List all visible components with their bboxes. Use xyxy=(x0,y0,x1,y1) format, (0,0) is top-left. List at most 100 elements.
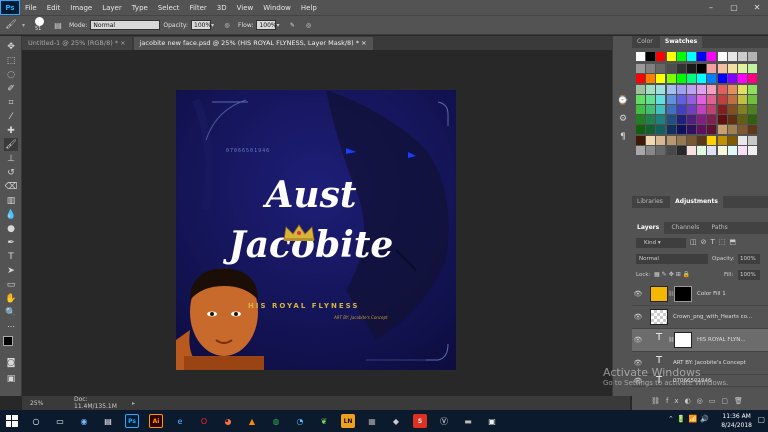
swatch[interactable] xyxy=(646,115,656,125)
swatch[interactable] xyxy=(738,105,747,114)
swatch[interactable] xyxy=(727,64,737,74)
menu-image[interactable]: Image xyxy=(65,4,97,12)
more-tools-icon[interactable]: ⋯ xyxy=(4,320,18,333)
layer-kind-filter[interactable]: Kind ▾ xyxy=(636,238,686,248)
history-panel-icon[interactable]: ⌚ xyxy=(616,94,630,107)
swatch[interactable] xyxy=(727,115,737,125)
layer-opacity-field[interactable]: 100% xyxy=(738,254,760,264)
tab-paths[interactable]: Paths xyxy=(706,222,732,234)
flow-chevron-icon[interactable]: ▾ xyxy=(276,22,284,29)
swatch[interactable] xyxy=(697,74,707,84)
brush-preset-picker[interactable]: 51 xyxy=(30,16,50,34)
swatch[interactable] xyxy=(636,94,645,104)
swatch[interactable] xyxy=(646,84,656,94)
history-brush-tool-icon[interactable]: ↺ xyxy=(4,166,18,179)
swatch[interactable] xyxy=(636,145,645,155)
swatch[interactable] xyxy=(656,145,666,155)
swatch[interactable] xyxy=(727,105,737,114)
eye-icon[interactable]: 👁 xyxy=(632,290,644,298)
swatch[interactable] xyxy=(666,115,676,125)
close-window-button[interactable]: ✕ xyxy=(746,0,768,15)
swatch[interactable] xyxy=(717,52,727,61)
swatch[interactable] xyxy=(748,84,758,94)
photoshop-taskbar-icon[interactable]: Ps xyxy=(120,410,144,432)
swatch[interactable] xyxy=(697,84,707,94)
swatch[interactable] xyxy=(676,125,686,135)
menu-view[interactable]: View xyxy=(232,4,259,12)
blur-tool-icon[interactable]: 💧 xyxy=(4,208,18,221)
chrome-icon[interactable]: ◍ xyxy=(264,410,288,432)
tab-jacobite[interactable]: jacobite new face.psd @ 25% (HIS ROYAL F… xyxy=(133,37,373,50)
swatch[interactable] xyxy=(717,115,727,125)
swatch[interactable] xyxy=(748,94,758,104)
swatch[interactable] xyxy=(656,115,666,125)
globe-icon[interactable]: ◔ xyxy=(288,410,312,432)
file-explorer-icon[interactable]: ▣ xyxy=(480,410,504,432)
swatch[interactable] xyxy=(748,145,758,155)
status-menu-icon[interactable]: ▸ xyxy=(132,400,135,407)
opacity-chevron-icon[interactable]: ▾ xyxy=(211,22,219,29)
swatch[interactable] xyxy=(697,52,707,61)
swatch[interactable] xyxy=(717,84,727,94)
tab-color[interactable]: Color xyxy=(632,36,658,48)
swatch[interactable] xyxy=(707,94,717,104)
brush-tool-icon[interactable]: 🖌 xyxy=(4,138,18,151)
swatch[interactable] xyxy=(727,52,737,61)
swatch[interactable] xyxy=(676,105,686,114)
task-view-icon[interactable]: ▭ xyxy=(48,410,72,432)
swatch[interactable] xyxy=(697,64,707,74)
swatch[interactable] xyxy=(687,115,696,125)
menu-help[interactable]: Help xyxy=(296,4,322,12)
swatch[interactable] xyxy=(727,145,737,155)
pen-tool-icon[interactable]: ✒ xyxy=(4,236,18,249)
lasso-tool-icon[interactable]: ◌ xyxy=(4,68,18,81)
swatch[interactable] xyxy=(748,52,758,61)
gradient-tool-icon[interactable]: ▥ xyxy=(4,194,18,207)
minimize-button[interactable]: – xyxy=(700,0,722,15)
swatch[interactable] xyxy=(666,145,676,155)
swatch[interactable] xyxy=(646,64,656,74)
tab-layers[interactable]: Layers xyxy=(632,222,665,234)
swatch[interactable] xyxy=(666,125,676,135)
maximize-button[interactable]: ▢ xyxy=(723,0,745,15)
menu-edit[interactable]: Edit xyxy=(42,4,66,12)
swatch[interactable] xyxy=(687,94,696,104)
path-select-tool-icon[interactable]: ➤ xyxy=(4,264,18,277)
media-app-icon[interactable]: ◆ xyxy=(384,410,408,432)
swatch[interactable] xyxy=(646,125,656,135)
ln-app-icon[interactable]: LN xyxy=(336,410,360,432)
menu-filter[interactable]: Filter xyxy=(184,4,211,12)
swatch[interactable] xyxy=(666,135,676,145)
shape-tool-icon[interactable]: ▭ xyxy=(4,278,18,291)
vivaldi-icon[interactable]: Ⓥ xyxy=(432,410,456,432)
swatch[interactable] xyxy=(646,105,656,114)
swatch[interactable] xyxy=(738,52,747,61)
swatch[interactable] xyxy=(707,105,717,114)
document-canvas[interactable]: 07066501946 Aust Jacobite HIS ROYAL FLYN… xyxy=(176,90,456,370)
layer-row[interactable]: 👁 Crown_png_with_Hearts co... xyxy=(632,306,768,329)
swatch[interactable] xyxy=(697,125,707,135)
swatch[interactable] xyxy=(738,145,747,155)
swatch[interactable] xyxy=(636,52,645,61)
swatch[interactable] xyxy=(666,94,676,104)
swatch[interactable] xyxy=(636,74,645,84)
move-tool-icon[interactable]: ✥ xyxy=(4,40,18,53)
zoom-tool-icon[interactable]: 🔍 xyxy=(4,306,18,319)
s-app-icon[interactable]: S xyxy=(408,410,432,432)
swatch[interactable] xyxy=(646,145,656,155)
swatch[interactable] xyxy=(687,145,696,155)
swatch[interactable] xyxy=(727,84,737,94)
healing-tool-icon[interactable]: ✚ xyxy=(4,124,18,137)
quick-select-tool-icon[interactable]: ✐ xyxy=(4,82,18,95)
mode-select[interactable]: Normal xyxy=(90,20,161,30)
swatch[interactable] xyxy=(717,105,727,114)
swatch[interactable] xyxy=(697,105,707,114)
brush-tool-icon[interactable]: 🖌 xyxy=(0,20,22,30)
fill-field[interactable]: 100% xyxy=(738,270,760,280)
flow-field[interactable]: 100% xyxy=(256,20,277,30)
swatch[interactable] xyxy=(676,84,686,94)
layer-row[interactable]: 👁 T ⛓ HIS ROYAL FLYN... xyxy=(632,329,768,352)
eyedropper-tool-icon[interactable]: ⁄ xyxy=(4,110,18,123)
swatch[interactable] xyxy=(656,105,666,114)
search-icon[interactable]: ○ xyxy=(24,410,48,432)
